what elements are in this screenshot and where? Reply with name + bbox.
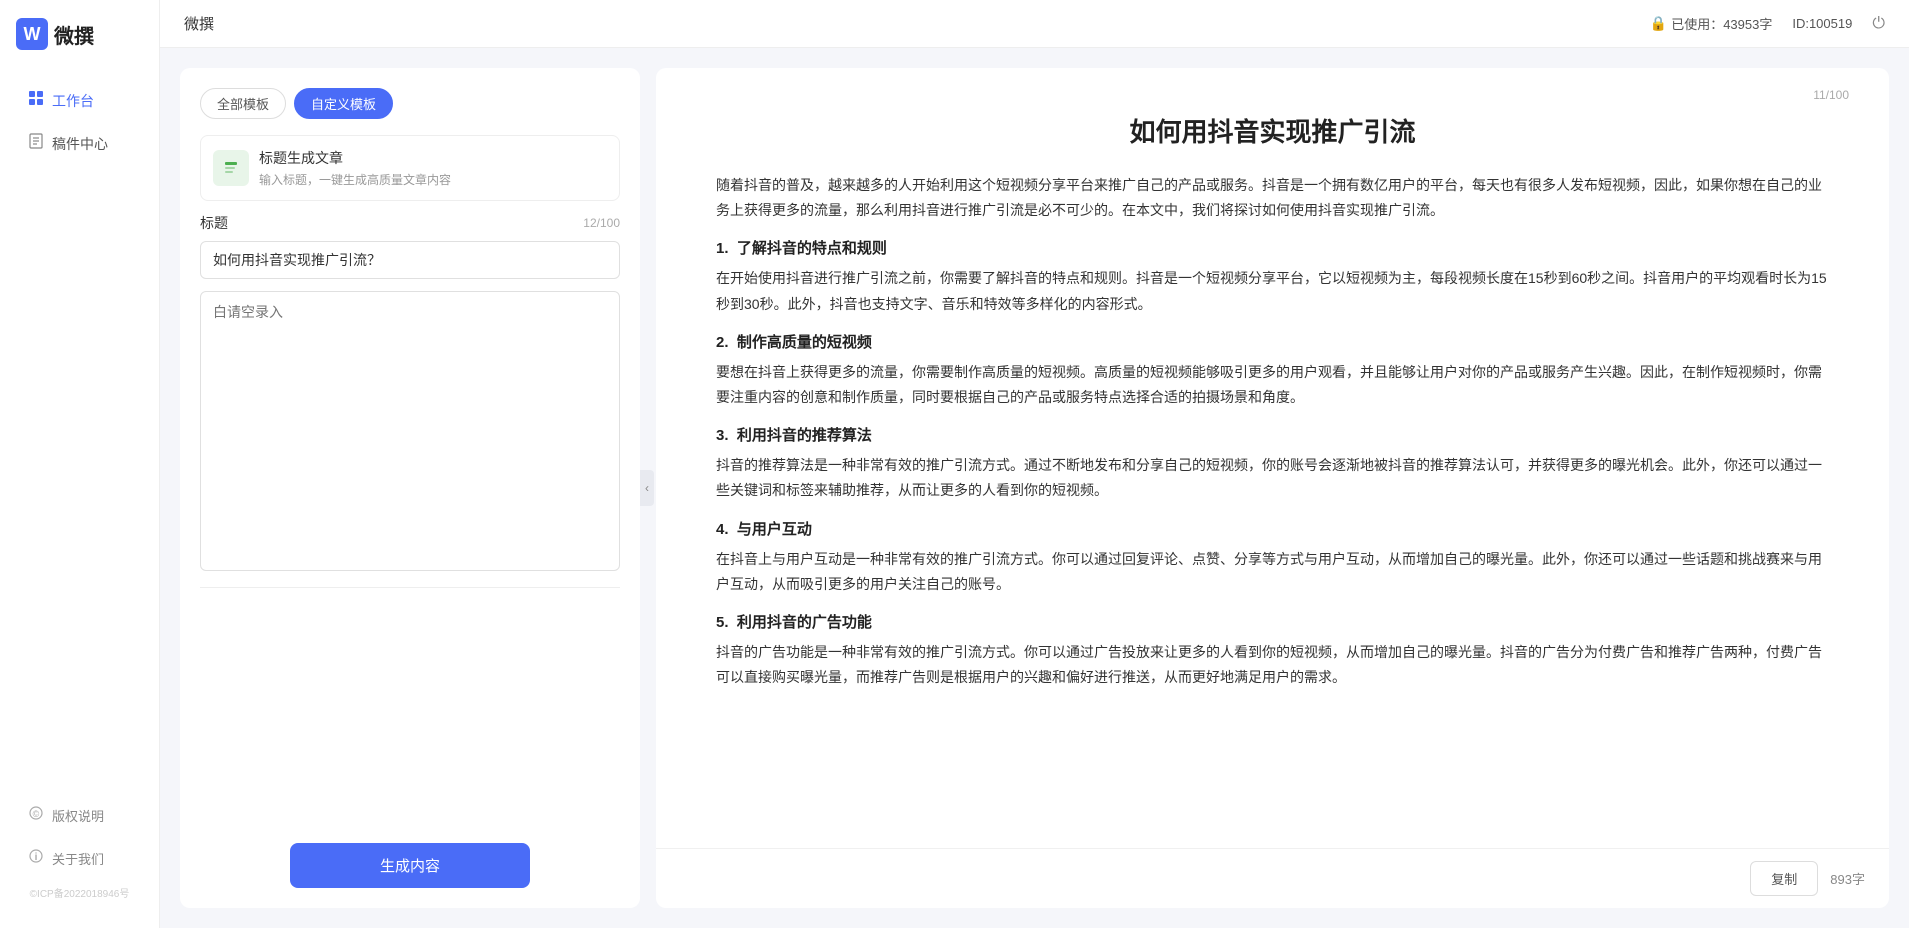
workbench-icon bbox=[28, 90, 44, 111]
svg-text:©: © bbox=[33, 809, 40, 819]
section-title-4: 4. 与用户互动 bbox=[716, 518, 1829, 539]
header-right: 🔒 已使用：43953字 ID:100519 ⏻ bbox=[1650, 14, 1885, 33]
section-content-3: 抖音的推荐算法是一种非常有效的推广引流方式。通过不断地发布和分享自己的短视频，你… bbox=[716, 453, 1829, 503]
main: 微撰 🔒 已使用：43953字 ID:100519 ⏻ 全部模板 自定义模板 bbox=[160, 0, 1909, 928]
sidebar-item-workbench[interactable]: 工作台 bbox=[8, 80, 151, 121]
sidebar-bottom: © 版权说明 i 关于我们 ©ICP备2022018946号 bbox=[0, 783, 159, 928]
form-label: 标题 bbox=[200, 213, 228, 233]
svg-text:i: i bbox=[35, 852, 38, 863]
form-label-row: 标题 12/100 bbox=[200, 213, 620, 233]
section-content-1: 在开始使用抖音进行推广引流之前，你需要了解抖音的特点和规则。抖音是一个短视频分享… bbox=[716, 266, 1829, 316]
header-usage: 🔒 已使用：43953字 bbox=[1650, 14, 1773, 33]
section-title-3: 3. 利用抖音的推荐算法 bbox=[716, 424, 1829, 445]
template-tabs: 全部模板 自定义模板 bbox=[200, 88, 620, 119]
form-count: 12/100 bbox=[583, 216, 620, 230]
template-card-info: 标题生成文章 输入标题，一键生成高质量文章内容 bbox=[259, 148, 607, 188]
logo-text: 微撰 bbox=[54, 20, 94, 49]
section-content-5: 抖音的广告功能是一种非常有效的推广引流方式。你可以通过广告投放来让更多的人看到你… bbox=[716, 640, 1829, 690]
section-content-2: 要想在抖音上获得更多的流量，你需要制作高质量的短视频。高质量的短视频能够吸引更多… bbox=[716, 360, 1829, 410]
template-card-desc: 输入标题，一键生成高质量文章内容 bbox=[259, 171, 607, 188]
content-textarea[interactable] bbox=[200, 291, 620, 571]
sidebar-item-copyright[interactable]: © 版权说明 bbox=[8, 795, 151, 836]
copy-button[interactable]: 复制 bbox=[1750, 861, 1818, 896]
article-intro: 随着抖音的普及，越来越多的人开始利用这个短视频分享平台来推广自己的产品或服务。抖… bbox=[716, 173, 1829, 223]
sidebar-item-copyright-label: 版权说明 bbox=[52, 806, 104, 825]
section-title-2: 2. 制作高质量的短视频 bbox=[716, 331, 1829, 352]
form-section: 标题 12/100 bbox=[200, 213, 620, 279]
logo: W 微撰 bbox=[0, 0, 159, 68]
drafts-icon bbox=[28, 133, 44, 154]
sidebar: W 微撰 工作台 稿件中心 © 版权说明 i 关于我们 bbox=[0, 0, 160, 928]
sidebar-item-about[interactable]: i 关于我们 bbox=[8, 838, 151, 879]
sidebar-nav: 工作台 稿件中心 bbox=[0, 68, 159, 783]
header-id: ID:100519 bbox=[1792, 16, 1852, 31]
title-input[interactable] bbox=[200, 241, 620, 279]
template-card[interactable]: 标题生成文章 输入标题，一键生成高质量文章内容 bbox=[200, 135, 620, 201]
collapse-handle[interactable]: ‹ bbox=[640, 470, 654, 506]
copyright-icon: © bbox=[28, 805, 44, 826]
power-icon[interactable]: ⏻ bbox=[1872, 15, 1885, 33]
svg-text:W: W bbox=[24, 24, 41, 44]
section-title-1: 1. 了解抖音的特点和规则 bbox=[716, 237, 1829, 258]
header-title: 微撰 bbox=[184, 13, 214, 34]
header: 微撰 🔒 已使用：43953字 ID:100519 ⏻ bbox=[160, 0, 1909, 48]
page-count: 11/100 bbox=[1813, 88, 1849, 102]
article-header: 11/100 bbox=[656, 68, 1889, 112]
left-panel: 全部模板 自定义模板 标题生成文章 输入标题，一键生成高质量文章内容 标题 12… bbox=[180, 68, 640, 908]
right-panel: 11/100 如何用抖音实现推广引流 随着抖音的普及，越来越多的人开始利用这个短… bbox=[656, 68, 1889, 908]
about-icon: i bbox=[28, 848, 44, 869]
usage-icon: 🔒 bbox=[1650, 15, 1667, 32]
article-body[interactable]: 如何用抖音实现推广引流 随着抖音的普及，越来越多的人开始利用这个短视频分享平台来… bbox=[656, 112, 1889, 848]
content-area: 全部模板 自定义模板 标题生成文章 输入标题，一键生成高质量文章内容 标题 12… bbox=[160, 48, 1909, 928]
word-count: 893字 bbox=[1830, 869, 1865, 888]
logo-icon: W bbox=[16, 18, 48, 50]
tab-custom-templates[interactable]: 自定义模板 bbox=[294, 88, 393, 119]
sidebar-item-workbench-label: 工作台 bbox=[52, 91, 94, 111]
sidebar-item-drafts[interactable]: 稿件中心 bbox=[8, 123, 151, 164]
template-card-title: 标题生成文章 bbox=[259, 148, 607, 168]
usage-label: 已使用：43953字 bbox=[1671, 14, 1772, 33]
sidebar-item-drafts-label: 稿件中心 bbox=[52, 134, 108, 154]
tab-all-templates[interactable]: 全部模板 bbox=[200, 88, 286, 119]
section-content-4: 在抖音上与用户互动是一种非常有效的推广引流方式。你可以通过回复评论、点赞、分享等… bbox=[716, 547, 1829, 597]
separator bbox=[200, 587, 620, 588]
sidebar-item-about-label: 关于我们 bbox=[52, 849, 104, 868]
template-card-icon bbox=[213, 150, 249, 186]
article-title: 如何用抖音实现推广引流 bbox=[716, 112, 1829, 149]
icp-text: ©ICP备2022018946号 bbox=[0, 881, 159, 908]
generate-button[interactable]: 生成内容 bbox=[290, 843, 530, 888]
article-footer: 复制 893字 bbox=[656, 848, 1889, 908]
section-title-5: 5. 利用抖音的广告功能 bbox=[716, 611, 1829, 632]
